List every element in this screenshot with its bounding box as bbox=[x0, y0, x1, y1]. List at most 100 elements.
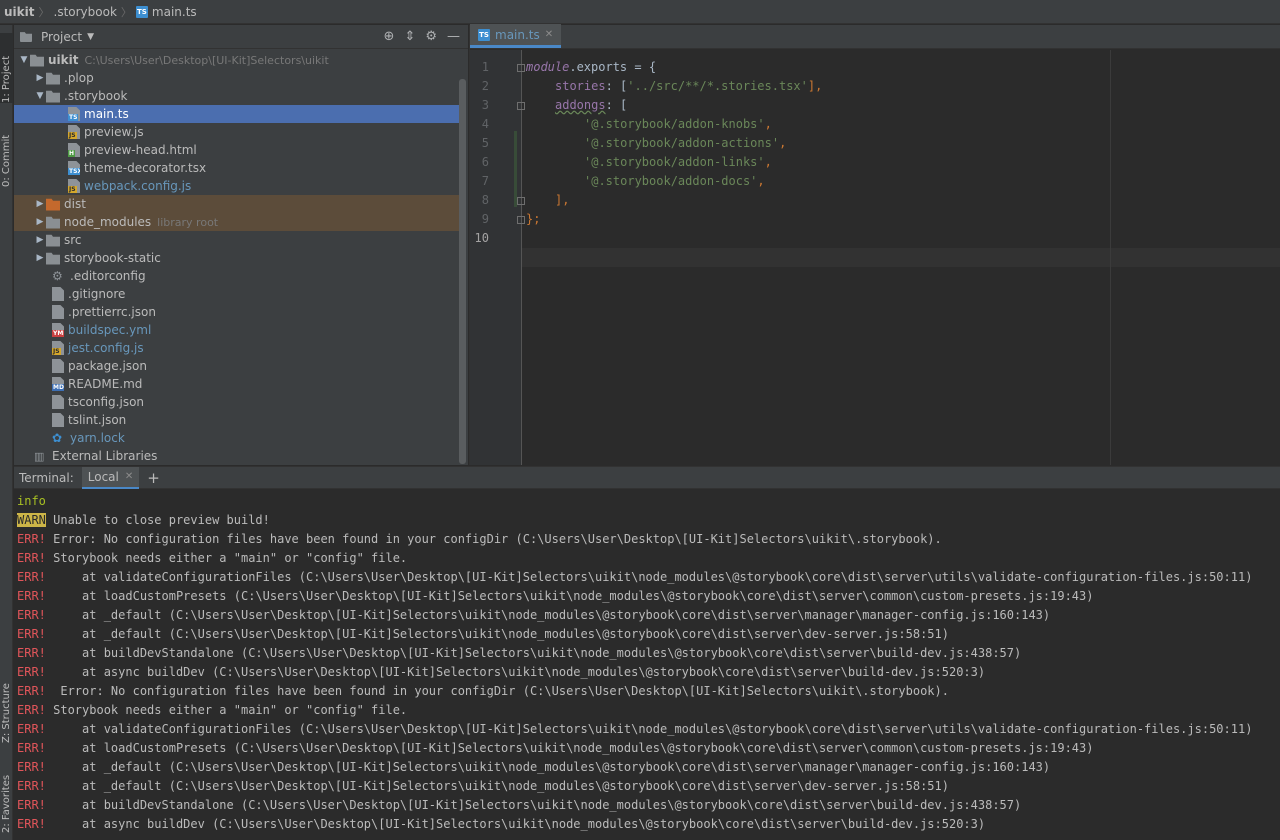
tool-tab-project[interactable]: 1: Project bbox=[0, 33, 13, 103]
typescript-file-icon: TS bbox=[478, 28, 490, 41]
project-panel-title: Project bbox=[41, 29, 83, 44]
tree-item-plop[interactable]: ▶ .plop bbox=[14, 69, 466, 87]
log-text: at loadCustomPresets (C:\Users\User\Desk… bbox=[45, 741, 1094, 755]
code-token: '@.storybook/addon-links' bbox=[584, 155, 765, 169]
chevron-down-icon[interactable]: ▼ bbox=[34, 91, 46, 101]
code-area[interactable]: 1 2 3 4 5 6 7 8 9 10 module.exports = { … bbox=[470, 50, 1280, 465]
tree-item-label: .editorconfig bbox=[70, 269, 146, 283]
tree-item-preview-head-html[interactable]: H preview-head.html bbox=[14, 141, 466, 159]
tree-item-external-libraries[interactable]: ▥ External Libraries bbox=[14, 447, 466, 465]
terminal-line: ERR! Error: No configuration files have … bbox=[17, 682, 949, 701]
locate-icon[interactable]: ⊕ bbox=[384, 29, 395, 44]
code-token: '../src/**/*.stories.tsx' bbox=[627, 79, 808, 93]
terminal-line: ERR! at loadCustomPresets (C:\Users\User… bbox=[17, 739, 1093, 758]
fold-icon[interactable] bbox=[517, 102, 525, 110]
current-line-highlight bbox=[522, 248, 1280, 267]
tree-item-jest-config[interactable]: JS jest.config.js bbox=[14, 339, 466, 357]
tree-item-src[interactable]: ▶ src bbox=[14, 231, 466, 249]
javascript-file-icon: JS bbox=[68, 179, 80, 193]
tree-item-editorconfig[interactable]: ⚙ .editorconfig bbox=[14, 267, 466, 285]
tool-tab-commit[interactable]: 0: Commit bbox=[0, 111, 13, 189]
code-line-3: addongs: [ bbox=[555, 96, 627, 115]
code-token: '@.storybook/addon-actions' bbox=[584, 136, 780, 150]
fold-icon[interactable] bbox=[517, 216, 525, 224]
tree-item-buildspec[interactable]: YML buildspec.yml bbox=[14, 321, 466, 339]
project-view-selector[interactable]: Project ▼ bbox=[20, 30, 94, 44]
tree-item-theme-decorator[interactable]: TSX theme-decorator.tsx bbox=[14, 159, 466, 177]
terminal-line: ERR! Error: No configuration files have … bbox=[17, 530, 942, 549]
log-text: at buildDevStandalone (C:\Users\User\Des… bbox=[45, 798, 1022, 812]
javascript-file-icon: JS bbox=[68, 125, 80, 139]
tree-scrollbar[interactable] bbox=[459, 79, 466, 464]
code-token: , bbox=[764, 117, 772, 131]
breadcrumb-file-label: main.ts bbox=[151, 4, 197, 19]
log-level: ERR! bbox=[17, 684, 46, 698]
tree-item-label: node_modules bbox=[64, 215, 152, 229]
tree-item-storybook[interactable]: ▼ .storybook bbox=[14, 87, 466, 105]
tree-item-label: buildspec.yml bbox=[68, 323, 152, 337]
code-token: : [ bbox=[605, 98, 628, 112]
breadcrumb-project[interactable]: uikit bbox=[4, 5, 35, 19]
breadcrumb-file[interactable]: TS main.ts bbox=[135, 4, 197, 19]
tree-item-tsconfig[interactable]: tsconfig.json bbox=[14, 393, 466, 411]
terminal-line: ERR! at async buildDev (C:\Users\User\De… bbox=[17, 815, 985, 834]
tree-item-dist[interactable]: ▶ dist bbox=[14, 195, 466, 213]
editor-tab-main-ts[interactable]: TS main.ts ✕ bbox=[470, 24, 562, 48]
tree-item-label: README.md bbox=[68, 377, 143, 391]
close-icon[interactable]: ✕ bbox=[545, 29, 553, 40]
fold-icon[interactable] bbox=[517, 197, 525, 205]
chevron-down-icon[interactable]: ▼ bbox=[18, 55, 30, 65]
terminal-line: ERR! at loadCustomPresets (C:\Users\User… bbox=[17, 587, 1093, 606]
json-file-icon bbox=[52, 413, 64, 427]
terminal-output[interactable]: info WARN Unable to close preview build!… bbox=[14, 490, 1280, 840]
tree-item-node-modules[interactable]: ▶ node_modules library root bbox=[14, 213, 466, 231]
tree-item-gitignore[interactable]: .gitignore bbox=[14, 285, 466, 303]
terminal-title: Terminal: bbox=[19, 470, 74, 485]
collapse-icon[interactable]: ⇕ bbox=[404, 29, 415, 44]
code-token: '@.storybook/addon-docs' bbox=[584, 174, 758, 188]
tree-item-yarn-lock[interactable]: ✿ yarn.lock bbox=[14, 429, 466, 447]
code-line-1: module.exports = { bbox=[526, 58, 656, 77]
log-level: ERR! bbox=[17, 760, 46, 774]
tool-tab-structure[interactable]: Z: Structure bbox=[0, 661, 13, 745]
line-number: 6 bbox=[481, 155, 489, 169]
chevron-right-icon[interactable]: ▶ bbox=[34, 73, 46, 83]
tree-item-preview-js[interactable]: JS preview.js bbox=[14, 123, 466, 141]
code-token: module bbox=[526, 60, 570, 74]
chevron-down-icon: ▼ bbox=[87, 31, 94, 42]
terminal-tab-local[interactable]: Local ✕ bbox=[81, 466, 140, 489]
chevron-right-icon[interactable]: ▶ bbox=[34, 199, 46, 209]
tree-item-label: src bbox=[64, 233, 82, 247]
gear-icon[interactable]: ⚙ bbox=[425, 29, 437, 44]
project-panel: Project ▼ ⊕ ⇕ ⚙ — ▼ uikit C:\Users\User\… bbox=[14, 25, 468, 465]
log-level: ERR! bbox=[17, 798, 46, 812]
chevron-right-icon[interactable]: ▶ bbox=[34, 253, 46, 263]
tree-item-label: dist bbox=[64, 197, 86, 211]
tree-item-package-json[interactable]: package.json bbox=[14, 357, 466, 375]
tree-item-webpack-config[interactable]: JS webpack.config.js bbox=[14, 177, 466, 195]
chevron-right-icon[interactable]: ▶ bbox=[34, 235, 46, 245]
fold-icon[interactable] bbox=[517, 64, 525, 72]
tree-item-prettierrc[interactable]: .prettierrc.json bbox=[14, 303, 466, 321]
vcs-change-marker bbox=[514, 131, 517, 207]
minimize-icon[interactable]: — bbox=[447, 29, 460, 44]
log-text: at _default (C:\Users\User\Desktop\[UI-K… bbox=[45, 627, 949, 641]
tree-item-storybook-static[interactable]: ▶ storybook-static bbox=[14, 249, 466, 267]
file-badge: TS bbox=[68, 114, 79, 121]
line-gutter: 1 2 3 4 5 6 7 8 9 10 bbox=[470, 50, 525, 465]
close-icon[interactable]: ✕ bbox=[125, 471, 133, 482]
right-margin-guide bbox=[1110, 50, 1111, 465]
folder-icon bbox=[46, 252, 60, 265]
new-terminal-tab-icon[interactable]: + bbox=[147, 469, 160, 487]
tree-item-label: storybook-static bbox=[64, 251, 161, 265]
breadcrumb-folder[interactable]: .storybook bbox=[54, 5, 117, 19]
tree-root-uikit[interactable]: ▼ uikit C:\Users\User\Desktop\[UI-Kit]Se… bbox=[14, 51, 466, 69]
editor-panel: TS main.ts ✕ 1 2 3 4 5 6 7 8 9 10 module… bbox=[469, 24, 1280, 465]
tree-item-tslint[interactable]: tslint.json bbox=[14, 411, 466, 429]
tree-item-main-ts[interactable]: TS main.ts bbox=[14, 105, 466, 123]
tool-tab-favorites[interactable]: 2: Favorites bbox=[0, 751, 13, 835]
log-level: ERR! bbox=[17, 532, 46, 546]
chevron-right-icon[interactable]: ▶ bbox=[34, 217, 46, 227]
file-badge: JS bbox=[68, 186, 77, 193]
tree-item-readme[interactable]: MD README.md bbox=[14, 375, 466, 393]
